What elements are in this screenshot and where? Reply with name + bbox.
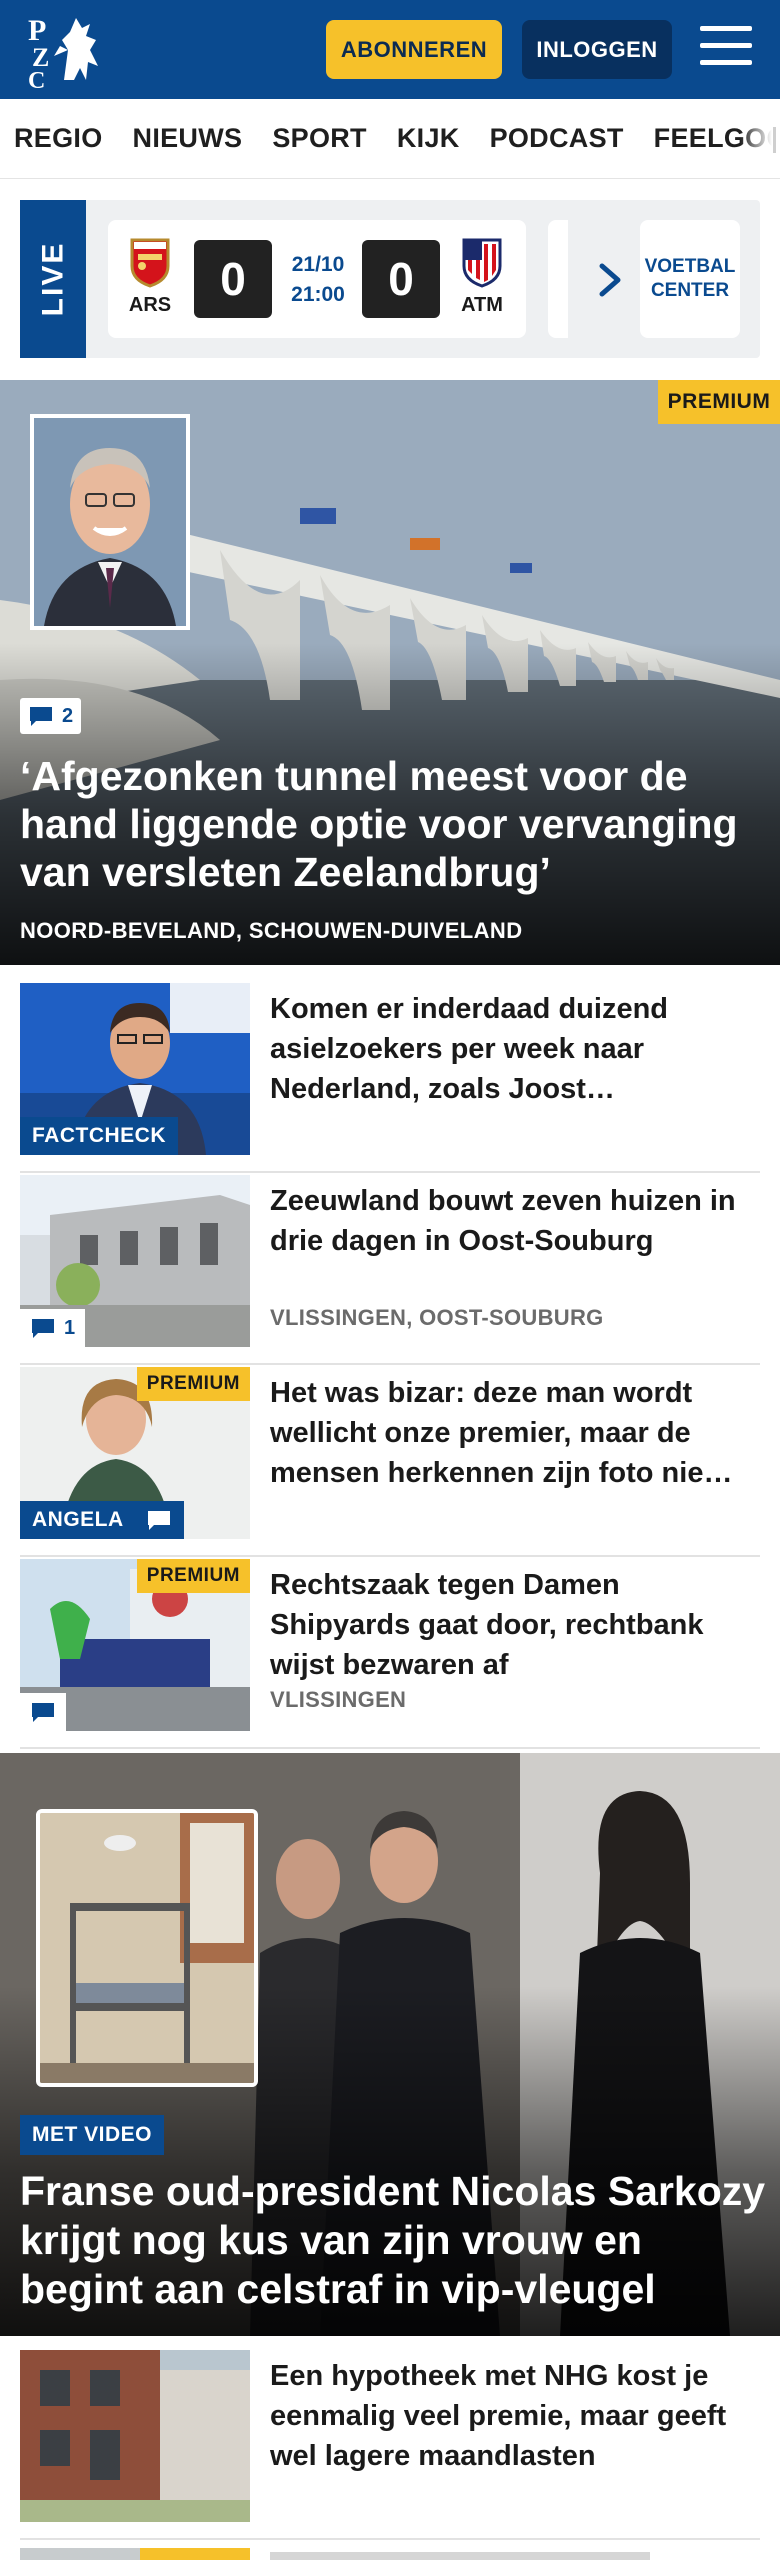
prison-cell-inset: [36, 1809, 258, 2087]
author-portrait: [30, 414, 190, 630]
nav-item-podcast[interactable]: PODCAST: [490, 123, 624, 154]
article-thumbnail: 1: [20, 1175, 250, 1347]
article-thumbnail: PREMIUM ANGELA: [20, 1367, 250, 1539]
article-location: VLISSINGEN, OOST-SOUBURG: [270, 1305, 604, 1330]
comment-icon: [32, 1319, 54, 1338]
comment-badge[interactable]: [136, 1501, 182, 1539]
list-item[interactable]: PREMIUM ANGELA Het was bizar: deze man w…: [20, 1367, 760, 1557]
comment-count-badge[interactable]: 1: [20, 1309, 86, 1347]
premium-badge: PREMIUM: [136, 1367, 250, 1401]
comment-icon: [32, 1703, 54, 1722]
article-thumbnail: [20, 2350, 250, 2522]
hero-video-article[interactable]: MET VIDEO Franse oud-president Nicolas S…: [0, 1753, 780, 2336]
list-item[interactable]: Een hypotheek met NHG kost je eenmalig v…: [20, 2350, 760, 2540]
comment-count-badge[interactable]: 2: [20, 698, 82, 734]
hamburger-menu-icon[interactable]: [700, 26, 752, 72]
comment-icon: [148, 1511, 170, 1530]
comment-badge[interactable]: [20, 1693, 66, 1731]
article-thumbnail: PREMIUM: [20, 1559, 250, 1731]
article-title[interactable]: Rechtszaak tegen Damen Shipyards gaat do…: [270, 1565, 765, 1685]
home-score: 0: [194, 240, 272, 318]
hero2-headline[interactable]: Franse oud-president Nicolas Sarkozy kri…: [20, 2167, 770, 2314]
subscribe-button[interactable]: ABONNEREN: [326, 20, 502, 79]
home-team-code: ARS: [128, 294, 172, 316]
list-item[interactable]: 1 Zeeuwland bouwt zeven huizen in drie d…: [20, 1175, 760, 1365]
match-time: 21:00: [291, 283, 345, 306]
match-datetime: 21/10 21:00: [280, 250, 356, 310]
match-date: 21/10: [291, 253, 345, 276]
article-title[interactable]: Een hypotheek met NHG kost je eenmalig v…: [270, 2356, 765, 2476]
article-title[interactable]: Het was bizar: deze man wordt wellicht o…: [270, 1373, 765, 1493]
live-label: LIVE: [20, 200, 86, 358]
met-video-label: MET VIDEO: [20, 2115, 165, 2155]
list-item[interactable]: PREMIUM Rechtszaak tegen Damen Shipyards…: [20, 1559, 760, 1749]
factcheck-label: FACTCHECK: [20, 1117, 178, 1155]
live-score-ticker: LIVE ARS 0 21/10 21:00 0 ATM VOETBAL CEN…: [20, 200, 760, 358]
comment-count: 2: [62, 704, 74, 727]
nav-item-sport[interactable]: SPORT: [272, 123, 367, 154]
list-item[interactable]: FACTCHECK Komen er inderdaad duizend asi…: [20, 983, 760, 1173]
premium-badge: PREMIUM: [658, 380, 780, 424]
next-match-card-edge[interactable]: [548, 220, 568, 338]
login-button[interactable]: INLOGGEN: [522, 20, 672, 79]
hero-headline[interactable]: ‘Afgezonken tunnel meest voor de hand li…: [20, 752, 760, 896]
pzc-logo[interactable]: P Z C: [24, 10, 114, 94]
arsenal-crest-icon: [128, 236, 172, 288]
article-title[interactable]: Komen er inderdaad duizend asielzoekers …: [270, 989, 765, 1109]
nav-item-nieuws[interactable]: NIEUWS: [133, 123, 243, 154]
voetbal-center-link[interactable]: VOETBAL CENTER: [640, 220, 740, 338]
top-header: P Z C ABONNEREN INLOGGEN: [0, 0, 780, 99]
away-team-code: ATM: [461, 294, 503, 316]
hero-article[interactable]: PREMIUM 2 ‘Afgezonken tunnel meest voor …: [0, 380, 780, 965]
match-card[interactable]: ARS 0 21/10 21:00 0 ATM: [108, 220, 526, 338]
article-thumbnail: FACTCHECK: [20, 983, 250, 1155]
chevron-right-icon[interactable]: [592, 262, 628, 298]
comment-icon: [30, 707, 52, 726]
atletico-crest-icon: [460, 236, 504, 288]
article-title[interactable]: Zeeuwland bouwt zeven huizen in drie dag…: [270, 1181, 765, 1261]
premium-badge: PREMIUM: [136, 1559, 250, 1593]
svg-text:C: C: [28, 68, 45, 90]
article-location: VLISSINGEN: [270, 1687, 407, 1712]
nav-item-kijk[interactable]: KIJK: [397, 123, 460, 154]
nav-item-regio[interactable]: REGIO: [14, 123, 103, 154]
next-list-item-peek: [20, 2548, 760, 2560]
section-nav: REGIO NIEUWS SPORT KIJK PODCAST FEELGOOD: [0, 99, 780, 179]
comment-count: 1: [64, 1316, 76, 1339]
away-score: 0: [362, 240, 440, 318]
hero-location: NOORD-BEVELAND, SCHOUWEN-DUIVELAND: [20, 918, 523, 943]
nav-next-item-edge: [773, 127, 776, 153]
